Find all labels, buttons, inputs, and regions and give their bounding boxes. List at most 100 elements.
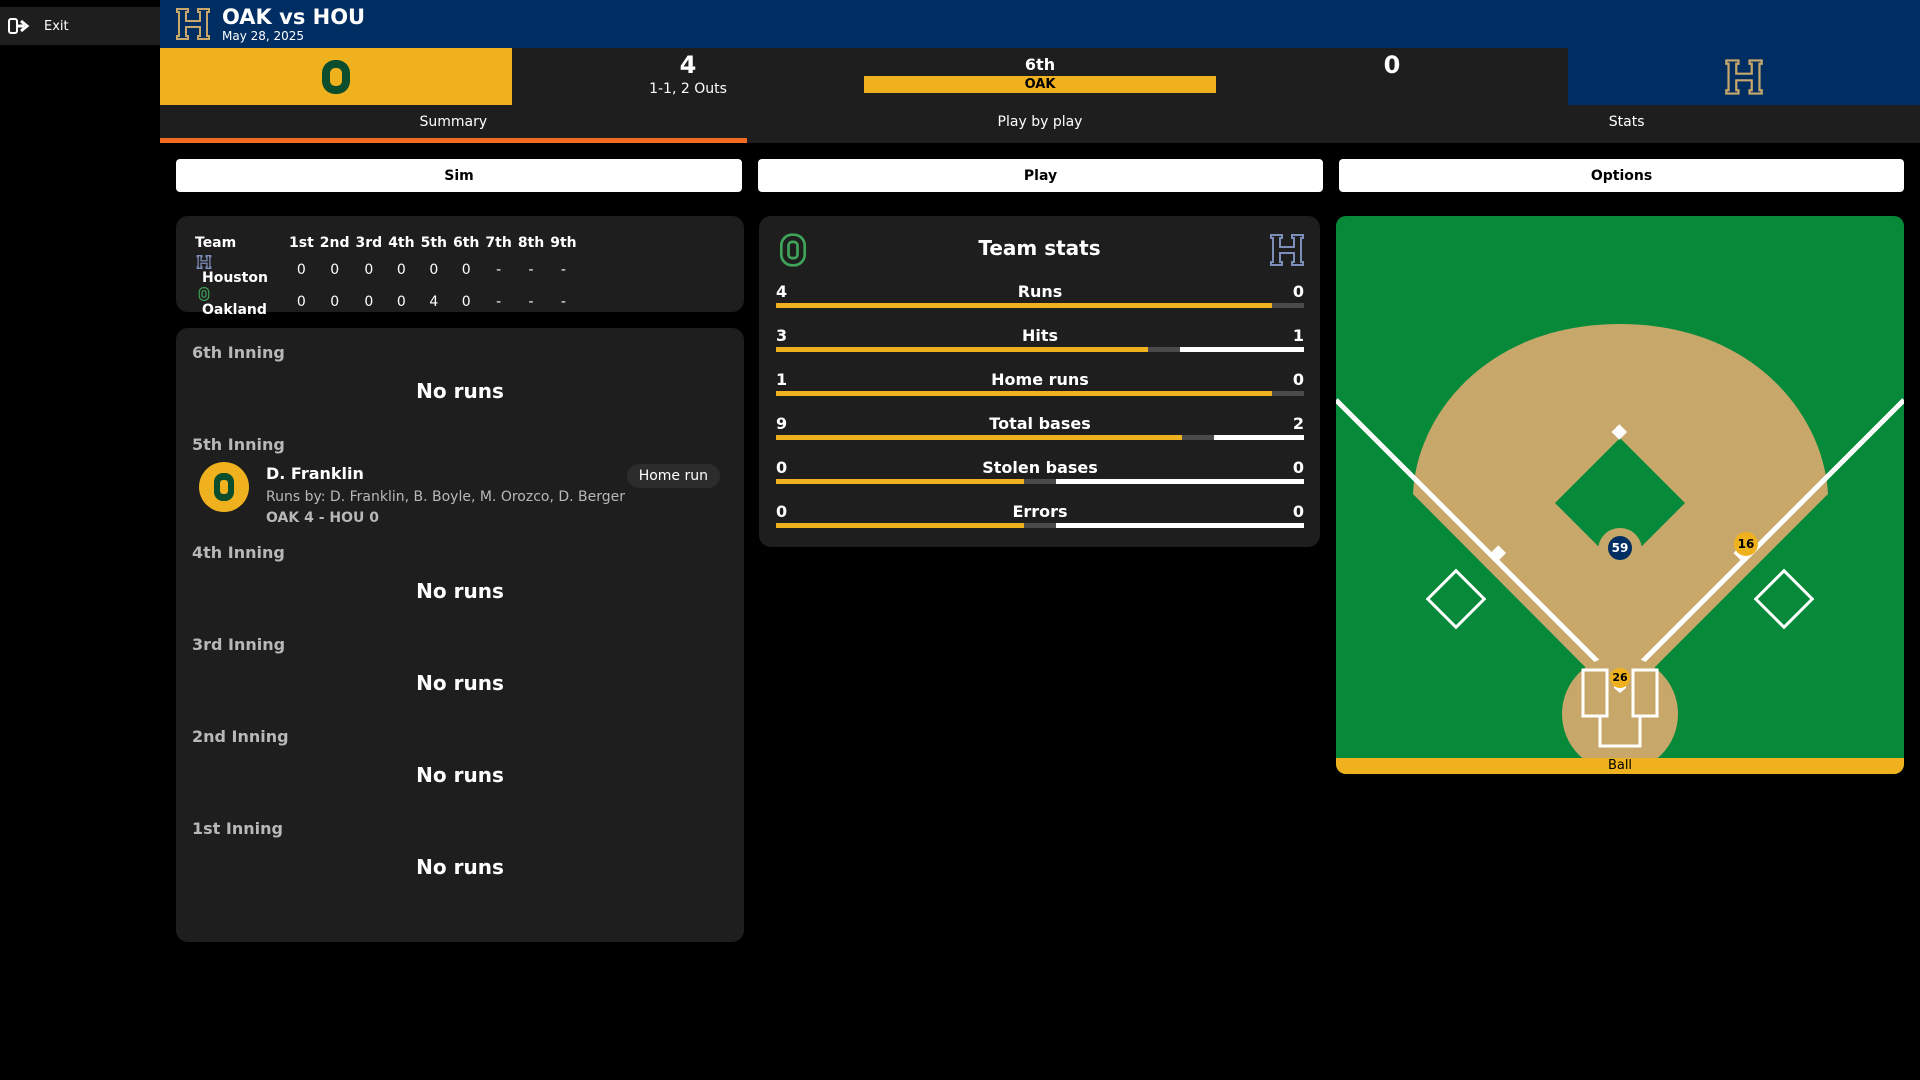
inning-cell: 0	[364, 262, 374, 278]
column-header: 7th	[485, 235, 512, 251]
inning-cell: 0	[461, 262, 471, 278]
game-date: May 28, 2025	[222, 29, 305, 43]
batter-name: D. Franklin	[266, 464, 364, 483]
current-inning: 6th	[1024, 55, 1056, 74]
stat-row: 4 Runs 0	[776, 282, 1304, 314]
home-stat-fill	[1055, 523, 1304, 528]
action-bar: Sim Play Options	[176, 159, 1904, 192]
team-name: Houston	[202, 270, 268, 286]
no-runs-text: No runs	[416, 855, 504, 879]
stat-bar	[776, 479, 1304, 484]
sim-button[interactable]: Sim	[176, 159, 742, 192]
home-stat-value: 0	[1292, 458, 1304, 477]
stat-row: 0 Errors 0	[776, 502, 1304, 534]
column-header: 9th	[550, 235, 577, 251]
home-stat-value: 0	[1292, 282, 1304, 301]
exit-icon	[8, 18, 30, 34]
inning-indicator: 6th OAK	[864, 55, 1216, 93]
page-title: OAK vs HOU	[222, 5, 366, 29]
stat-bar	[776, 347, 1304, 352]
inning-heading: 4th Inning	[192, 543, 285, 562]
home-stat-value: 0	[1292, 370, 1304, 389]
inning-cell: 0	[429, 262, 439, 278]
home-team-block	[1568, 48, 1920, 105]
inning-heading: 2nd Inning	[192, 727, 289, 746]
stat-row: 0 Stolen bases 0	[776, 458, 1304, 490]
stat-label: Hits	[1021, 326, 1059, 345]
inning-cell: -	[528, 294, 534, 310]
no-runs-text: No runs	[416, 671, 504, 695]
stat-label: Home runs	[991, 370, 1089, 389]
no-runs-text: No runs	[416, 579, 504, 603]
home-stat-fill	[1179, 347, 1304, 352]
stat-label: Errors	[1012, 502, 1068, 521]
scoring-play[interactable]: D. Franklin Runs by: D. Franklin, B. Boy…	[192, 458, 728, 540]
column-header: 4th	[388, 235, 415, 251]
oakland-logo-icon	[322, 59, 350, 94]
tab-bar: Summary Play by play Stats	[160, 105, 1920, 143]
runner-marker: 16	[1734, 532, 1758, 556]
column-header: 6th	[453, 235, 480, 251]
team-name: Oakland	[202, 302, 267, 318]
batting-team-bar: OAK	[864, 76, 1216, 93]
column-header: 1st	[289, 235, 314, 251]
inning-cell: 0	[296, 262, 306, 278]
away-team-block	[160, 48, 512, 105]
runs-by: Runs by: D. Franklin, B. Boyle, M. Orozc…	[266, 489, 626, 505]
no-runs-text: No runs	[416, 379, 504, 403]
stat-label: Total bases	[989, 414, 1091, 433]
away-stat-fill	[776, 347, 1149, 352]
fielder-marker: 59	[1608, 536, 1632, 560]
home-stat-value: 0	[1292, 502, 1304, 521]
tab-play-by-play[interactable]: Play by play	[747, 105, 1334, 143]
houston-logo-icon	[176, 8, 210, 40]
home-stat-fill	[1055, 479, 1304, 484]
stat-bar	[776, 435, 1304, 440]
stat-row: 3 Hits 1	[776, 326, 1304, 358]
stat-label: Stolen bases	[982, 458, 1098, 477]
exit-label: Exit	[44, 18, 69, 34]
houston-logo-icon	[1270, 234, 1304, 266]
linescore-header-row: Team 1st 2nd 3rd 4th 5th 6th 7th 8th 9th	[192, 232, 580, 254]
stat-bar	[776, 523, 1304, 528]
game-header: OAK vs HOU May 28, 2025	[160, 0, 1920, 48]
table-row: Houston 0 0 0 0 0 0 - - -	[192, 254, 580, 286]
field-view: 59 16 26 Ball	[1336, 216, 1904, 774]
table-row: Oakland 0 0 0 0 4 0 - - -	[192, 286, 580, 318]
inning-cell: 0	[396, 294, 406, 310]
inning-heading: 3rd Inning	[192, 635, 286, 654]
home-score: 0	[1383, 51, 1401, 79]
away-stat-fill	[776, 523, 1025, 528]
team-stats-card: Team stats 4 Runs 0 3 Hits 1 1 Home runs 0 9 Total…	[759, 216, 1320, 547]
play-button[interactable]: Play	[758, 159, 1323, 192]
no-runs-text: No runs	[416, 763, 504, 787]
column-header: Team	[195, 235, 237, 251]
team-cell: Houston	[192, 254, 286, 286]
houston-logo-icon	[1725, 58, 1763, 95]
linescore-table: Team 1st 2nd 3rd 4th 5th 6th 7th 8th 9th…	[192, 232, 580, 318]
home-stat-value: 2	[1292, 414, 1304, 433]
options-button[interactable]: Options	[1339, 159, 1904, 192]
tab-summary[interactable]: Summary	[160, 105, 747, 143]
stat-row: 1 Home runs 0	[776, 370, 1304, 402]
inning-cell: -	[560, 262, 566, 278]
inning-cell: 4	[429, 294, 439, 310]
stat-bar	[776, 391, 1304, 396]
oakland-logo-icon	[199, 462, 249, 512]
inning-cell: -	[496, 294, 502, 310]
column-header: 2nd	[319, 235, 350, 251]
column-header: 5th	[420, 235, 447, 251]
inning-summary-card: 6th Inning No runs 5th Inning D. Frankli…	[176, 328, 744, 942]
exit-button[interactable]: Exit	[0, 7, 160, 45]
inning-cell: 0	[330, 262, 340, 278]
baseball-field	[1336, 324, 1904, 772]
inning-cell: 0	[296, 294, 306, 310]
batter-marker: 26	[1610, 668, 1630, 688]
inning-cell: 0	[461, 294, 471, 310]
column-header: 3rd	[355, 235, 383, 251]
inning-heading: 6th Inning	[192, 343, 285, 362]
inning-cell: -	[560, 294, 566, 310]
scoreboard: 4 1-1, 2 Outs 6th OAK 0	[160, 48, 1920, 105]
tab-stats[interactable]: Stats	[1333, 105, 1920, 143]
linescore-card: Team 1st 2nd 3rd 4th 5th 6th 7th 8th 9th…	[176, 216, 744, 318]
